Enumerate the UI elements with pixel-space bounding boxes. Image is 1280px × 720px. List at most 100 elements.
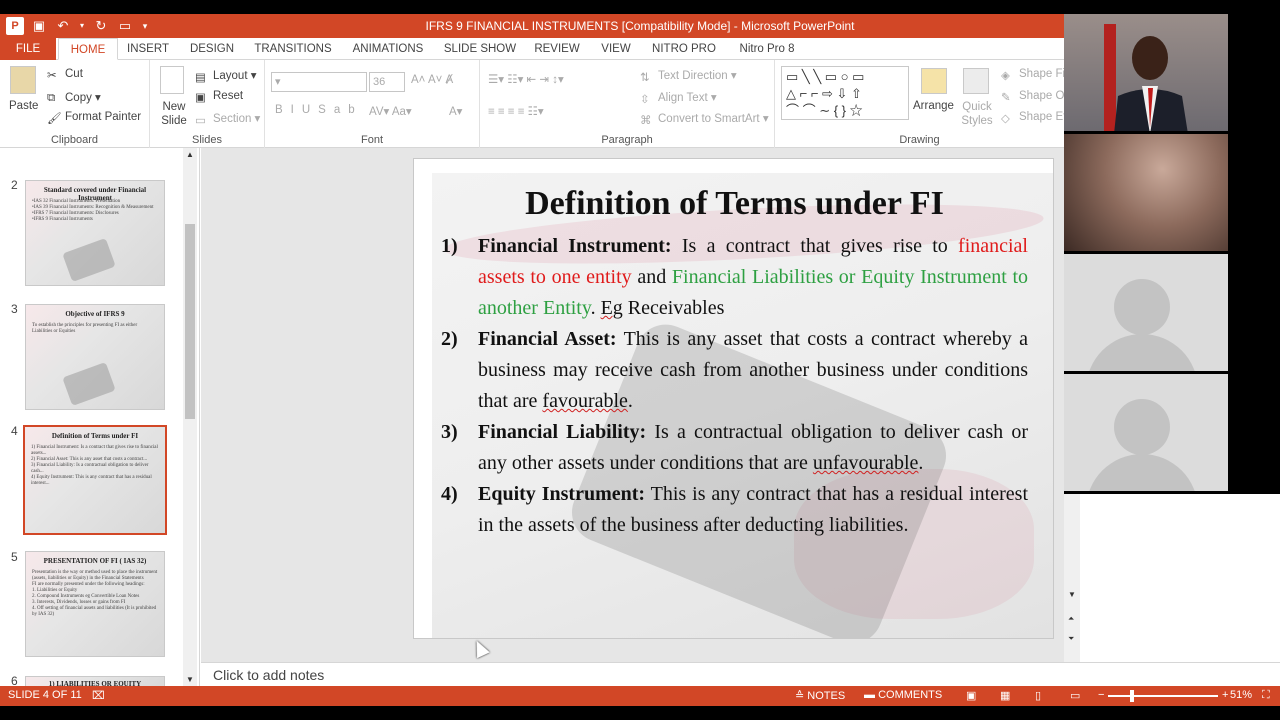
tab-view[interactable]: VIEW <box>594 38 638 60</box>
reading-view-icon[interactable]: ▯ <box>1035 689 1041 702</box>
clipboard-group: Paste ✂ Cut ⧉ Copy ▾ 🖌 Format Painter Clipb… <box>0 60 150 148</box>
fit-slide-icon[interactable]: ⛶ <box>1262 689 1270 702</box>
cut-button[interactable]: ✂ Cut <box>47 68 83 82</box>
slide-title[interactable]: Definition of Terms under FI <box>414 185 1053 223</box>
customize-toolbar-icon[interactable]: ▾ <box>140 17 150 35</box>
tab-nitro-pro-8[interactable]: Nitro Pro 8 <box>730 38 804 60</box>
font-size-box[interactable]: 36 <box>369 72 405 92</box>
reset-button[interactable]: ▣ Reset <box>195 90 244 104</box>
slide-thumbnail[interactable]: Standard covered under Financial Instrum… <box>25 180 165 286</box>
tab-insert[interactable]: INSERT <box>122 38 174 60</box>
previous-slide-icon[interactable]: ⏶ <box>1068 614 1074 624</box>
shapes-gallery[interactable]: ▭ ╲ ╲ ▭ ○ ▭ △ ⌐ ⌐ ⇨ ⇩ ⇧ ⌒ ⌒ ∼ { } ☆ <box>781 66 909 120</box>
shape-outline-button[interactable]: ✎ Shape Ou <box>1001 90 1071 104</box>
align-text-icon: ⇳ <box>640 93 650 106</box>
normal-view-icon[interactable]: ▣ <box>966 689 976 702</box>
slide-show-icon[interactable]: ▭ <box>1070 689 1080 702</box>
participant-video-tile[interactable] <box>1064 374 1228 491</box>
scroll-down-icon[interactable]: ▼ <box>186 675 194 684</box>
font-format-buttons[interactable]: BIUSab <box>275 104 363 116</box>
layout-icon: ▤ <box>195 71 206 84</box>
text-direction-button[interactable]: ⇅ Text Direction ▾ <box>640 68 737 84</box>
participant-video-tile[interactable] <box>1064 14 1228 131</box>
reset-label: Reset <box>213 90 244 103</box>
slide-thumbnail[interactable]: PRESENTATION OF FI ( IAS 32) Presentatio… <box>25 551 165 657</box>
copy-button[interactable]: ⧉ Copy ▾ <box>47 90 101 104</box>
tab-slide-show[interactable]: SLIDE SHOW <box>440 38 520 60</box>
tab-transitions[interactable]: TRANSITIONS <box>250 38 336 60</box>
zoom-slider[interactable] <box>1108 695 1218 697</box>
undo-icon[interactable]: ↶ <box>54 17 72 35</box>
zoom-slider-handle[interactable] <box>1130 690 1134 702</box>
quick-styles-icon[interactable] <box>963 68 989 94</box>
slide-body-list[interactable]: 1) Financial Instrument: Is a contract t… <box>441 231 1028 541</box>
next-slide-icon[interactable]: ⏷ <box>1068 634 1074 644</box>
save-icon[interactable]: ▣ <box>30 17 48 35</box>
paste-button[interactable]: Paste <box>9 100 38 112</box>
notes-pane[interactable]: Click to add notes <box>201 662 1280 686</box>
undo-dropdown-icon[interactable]: ▾ <box>78 17 86 35</box>
participant-video-tile[interactable] <box>1064 254 1228 371</box>
spellcheck-word: favourable <box>542 390 628 412</box>
slide-thumbnail[interactable]: Objective of IFRS 9 To establish the pri… <box>25 304 165 410</box>
section-button[interactable]: ▭ Section ▾ <box>195 111 260 127</box>
scroll-up-icon[interactable]: ▲ <box>186 150 194 159</box>
avatar-placeholder-icon <box>1086 454 1198 491</box>
comments-button[interactable]: ▬ COMMENTS <box>864 689 942 701</box>
char-spacing-icon[interactable]: AV▾ Aa▾ <box>369 104 412 118</box>
arrange-button[interactable]: Arrange <box>913 100 954 112</box>
new-slide-button[interactable]: New Slide <box>158 100 190 128</box>
shape-effects-button[interactable]: ◇ Shape Eff <box>1001 111 1070 125</box>
zoom-in-icon[interactable]: + <box>1222 689 1228 701</box>
participant-video-tile[interactable] <box>1064 134 1228 251</box>
convert-smartart-button[interactable]: ⌘ Convert to SmartArt ▾ <box>640 111 769 127</box>
align-text-button[interactable]: ⇳ Align Text ▾ <box>640 90 717 106</box>
thumbnail-scrollbar[interactable]: ▲ ▼ <box>183 148 197 686</box>
format-painter-button[interactable]: 🖌 Format Painter <box>47 111 142 125</box>
layout-button[interactable]: ▤ Layout ▾ <box>195 68 257 84</box>
alignment-icons[interactable]: ≡ ≡ ≡ ≡ ☷▾ <box>488 104 544 118</box>
shape-fill-button[interactable]: ◈ Shape Fill <box>1001 68 1070 82</box>
notes-button[interactable]: ≙ NOTES <box>795 689 845 702</box>
grow-font-icon[interactable]: A˄ A˅ Ⱥ <box>411 74 453 86</box>
text-direction-label: Text Direction <box>658 70 728 82</box>
slide-thumbnail-selected[interactable]: Definition of Terms under FI 1) Financia… <box>23 425 167 535</box>
tab-file[interactable]: FILE <box>0 38 56 60</box>
paste-icon[interactable] <box>10 66 36 94</box>
definition-text: . <box>918 452 924 474</box>
status-bar: SLIDE 4 OF 11 ⌧ ≙ NOTES ▬ COMMENTS ▣ ▦ ▯… <box>0 686 1280 706</box>
calculator-image <box>62 238 116 282</box>
scissors-icon: ✂ <box>47 70 57 82</box>
zoom-out-icon[interactable]: − <box>1098 689 1104 701</box>
scrollbar-thumb[interactable] <box>185 224 195 419</box>
tab-review[interactable]: REVIEW <box>530 38 584 60</box>
slide-sorter-icon[interactable]: ▦ <box>1000 689 1010 702</box>
new-slide-icon[interactable] <box>160 66 184 94</box>
format-painter-label: Format Painter <box>65 111 142 124</box>
cut-label: Cut <box>65 68 83 81</box>
pen-icon: ✎ <box>1001 92 1011 104</box>
shape-effects-label: Shape Eff <box>1019 111 1070 124</box>
thumbnail-body: •IAS 32 Financial Instruments: Presentat… <box>32 199 154 222</box>
bullets-icon[interactable]: ☰▾ ☷▾ ⇤ ⇥ ↕▾ <box>488 72 564 86</box>
current-slide[interactable]: Definition of Terms under FI 1) Financia… <box>413 158 1054 639</box>
paint-bucket-icon: ◈ <box>1001 70 1010 82</box>
redo-icon[interactable]: ↻ <box>92 17 110 35</box>
font-family-box[interactable]: ▾ <box>271 72 367 92</box>
start-from-beginning-icon[interactable]: ▭ <box>116 17 134 35</box>
tab-home[interactable]: HOME <box>58 38 118 60</box>
arrange-icon[interactable] <box>921 68 947 94</box>
zoom-level[interactable]: 51% <box>1230 689 1252 701</box>
font-color-icon[interactable]: A▾ <box>449 104 462 118</box>
quick-styles-button[interactable]: Quick Styles <box>957 100 997 128</box>
notes-placeholder[interactable]: Click to add notes <box>213 667 324 683</box>
reset-icon: ▣ <box>195 92 206 104</box>
notes-label: NOTES <box>807 690 846 702</box>
scroll-down-icon[interactable]: ▼ <box>1068 590 1076 599</box>
tab-design[interactable]: DESIGN <box>184 38 240 60</box>
spellcheck-icon[interactable]: ⌧ <box>92 689 105 702</box>
avatar-placeholder-icon <box>1114 399 1170 455</box>
powerpoint-app-icon[interactable]: P <box>6 17 24 35</box>
tab-nitro-pro[interactable]: NITRO PRO <box>648 38 720 60</box>
tab-animations[interactable]: ANIMATIONS <box>346 38 430 60</box>
